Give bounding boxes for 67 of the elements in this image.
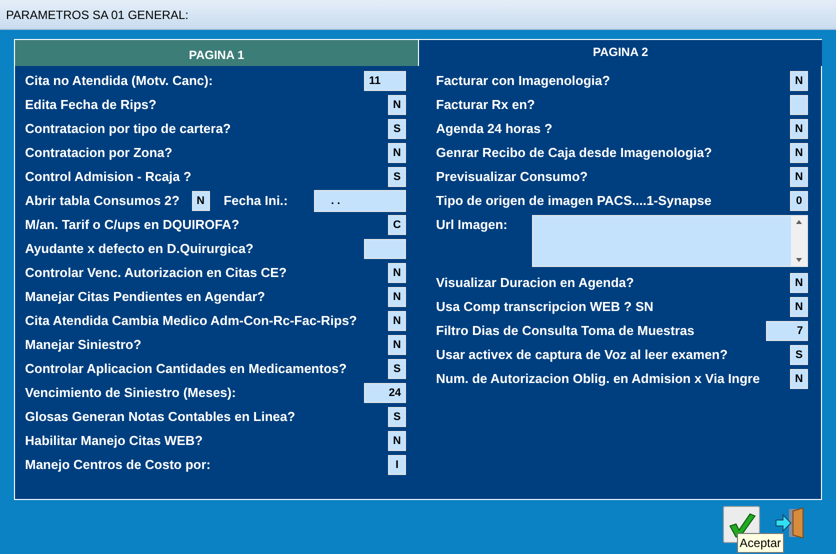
field-label: Filtro Dias de Consulta Toma de Muestras [436, 322, 694, 340]
field-label: Manejo Centros de Costo por: [25, 456, 211, 474]
field-label: Cita Atendida Cambia Medico Adm-Con-Rc-Fac-Rips? [25, 312, 358, 330]
input-field[interactable]: N [790, 71, 808, 91]
input-field[interactable]: N [388, 431, 406, 451]
field-label: Ayudante x defecto en D.Quirurgica? [25, 240, 254, 258]
input-field[interactable]: N [790, 167, 808, 187]
input-field[interactable]: N [790, 143, 808, 163]
field-label: Control Admision - Rcaja ? [25, 168, 192, 186]
field-label: Manejar Siniestro? [25, 336, 142, 354]
input-field[interactable]: N [388, 287, 406, 307]
field-label: Tipo de origen de imagen PACS....1-Synapse [436, 192, 712, 210]
field-label: Genrar Recibo de Caja desde Imagenologia? [436, 144, 712, 162]
input-field[interactable] [790, 95, 808, 115]
input-field[interactable]: S [388, 119, 406, 139]
input-field[interactable]: S [388, 167, 406, 187]
field-label: Controlar Venc. Autorizacion en Citas CE? [25, 264, 287, 282]
field-label: Controlar Aplicacion Cantidades en Medicamentos? [25, 360, 347, 378]
date-field[interactable]: . . [314, 190, 406, 212]
scroll-bar[interactable] [791, 216, 807, 266]
input-field[interactable]: C [388, 215, 406, 235]
input-field[interactable] [364, 239, 406, 259]
input-field[interactable]: N [388, 263, 406, 283]
input-field[interactable]: N [790, 369, 808, 389]
field-label: Facturar Rx en? [436, 96, 535, 114]
field-label: Visualizar Duracion en Agenda? [436, 274, 634, 292]
scroll-up-icon[interactable] [796, 220, 802, 224]
scroll-down-icon[interactable] [796, 258, 802, 262]
field-label: Usar activex de captura de Voz al leer examen? [436, 346, 728, 364]
field-label: Usa Comp transcripcion WEB ? SN [436, 298, 654, 316]
field-label: Vencimiento de Siniestro (Meses): [25, 384, 236, 402]
checkmark-icon [728, 512, 756, 538]
field-label: Abrir tabla Consumos 2? [25, 192, 180, 210]
field-label: Agenda 24 horas ? [436, 120, 552, 138]
input-field[interactable]: 7 [766, 321, 808, 341]
field-label: Url Imagen: [436, 216, 509, 234]
field-label: M/an. Tarif o C/ups en DQUIROFA? [25, 216, 240, 234]
tab[interactable]: PAGINA 1 [14, 39, 418, 66]
input-field[interactable]: 11 [364, 71, 406, 91]
input-field[interactable]: I [388, 455, 406, 475]
input-field[interactable]: 0 [790, 191, 808, 211]
input-field[interactable]: N [192, 191, 210, 211]
input-field[interactable]: S [388, 359, 406, 379]
tab[interactable]: PAGINA 2 [418, 39, 822, 66]
tooltip: Aceptar [736, 533, 784, 553]
field-label: Facturar con Imagenologia? [436, 72, 610, 90]
field-label: Habilitar Manejo Citas WEB? [25, 432, 203, 450]
field-label: Cita no Atendida (Motv. Canc): [25, 72, 213, 90]
field-label: Contratacion por tipo de cartera? [25, 120, 231, 138]
input-field[interactable]: N [388, 95, 406, 115]
input-field[interactable]: N [790, 273, 808, 293]
input-field[interactable]: 24 [364, 383, 406, 403]
input-field[interactable]: S [388, 407, 406, 427]
field-label: Fecha Ini.: [224, 192, 288, 210]
field-label: Manejar Citas Pendientes en Agendar? [25, 288, 266, 306]
field-label: Previsualizar Consumo? [436, 168, 588, 186]
input-field[interactable]: S [790, 345, 808, 365]
window-title: PARAMETROS SA 01 GENERAL: [6, 6, 189, 24]
input-field[interactable]: N [388, 335, 406, 355]
input-field[interactable]: N [790, 119, 808, 139]
input-field[interactable]: N [790, 297, 808, 317]
input-field[interactable]: N [388, 311, 406, 331]
field-label: Num. de Autorizacion Oblig. en Admision x Via Ingre [436, 370, 760, 388]
field-label: Edita Fecha de Rips? [25, 96, 156, 114]
field-label: Glosas Generan Notas Contables en Linea? [25, 408, 296, 426]
field-label: Contratacion por Zona? [25, 144, 172, 162]
input-field[interactable]: N [388, 143, 406, 163]
